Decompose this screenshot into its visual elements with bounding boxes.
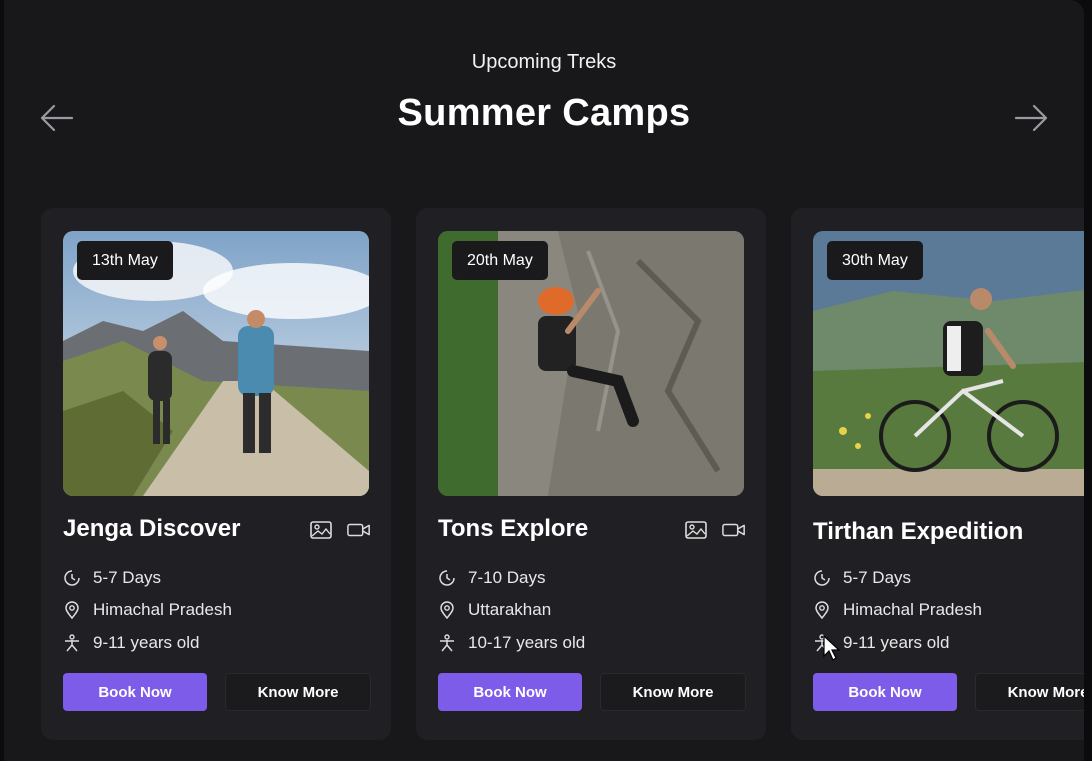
location-row: Himachal Pradesh [63, 600, 232, 620]
trek-photo: 20th May [438, 231, 744, 496]
duration-row: 7-10 Days [438, 568, 545, 588]
book-now-button[interactable]: Book Now [63, 673, 207, 711]
trek-photo: 13th May [63, 231, 369, 496]
book-now-button[interactable]: Book Now [813, 673, 957, 711]
book-now-button[interactable]: Book Now [438, 673, 582, 711]
location-text: Uttarakhan [468, 600, 552, 619]
date-badge: 20th May [452, 241, 548, 280]
map-pin-icon [813, 601, 831, 619]
person-icon [438, 634, 456, 652]
trek-card: 13th May Jenga Discover 5-7 Days Himacha… [41, 208, 391, 740]
mouse-cursor-icon [822, 634, 842, 662]
map-pin-icon [438, 601, 456, 619]
duration-text: 5-7 Days [93, 568, 162, 587]
image-icon[interactable] [309, 520, 333, 540]
map-pin-icon [63, 601, 81, 619]
age-text: 9-11 years old [843, 633, 950, 652]
image-icon[interactable] [684, 520, 708, 540]
know-more-button[interactable]: Know More [975, 673, 1084, 711]
duration-row: 5-7 Days [63, 568, 161, 588]
person-icon [63, 634, 81, 652]
trek-name: Jenga Discover [63, 515, 241, 542]
location-row: Uttarakhan [438, 600, 551, 620]
arrow-left-icon[interactable] [38, 102, 74, 134]
arrow-right-icon[interactable] [1014, 102, 1050, 134]
location-text: Himachal Pradesh [93, 600, 232, 619]
location-text: Himachal Pradesh [843, 600, 982, 619]
media-icons [309, 520, 371, 540]
clock-icon [813, 569, 831, 587]
age-text: 9-11 years old [93, 633, 200, 652]
clock-icon [438, 569, 456, 587]
section-subtitle: Upcoming Treks [471, 51, 617, 73]
treks-section: Upcoming Treks Summer Camps 13th May Jen… [4, 0, 1084, 761]
date-badge: 30th May [827, 241, 923, 280]
section-title: Summer Camps [397, 92, 691, 134]
duration-text: 5-7 Days [843, 568, 912, 587]
duration-text: 7-10 Days [468, 568, 546, 587]
age-text: 10-17 years old [468, 633, 586, 652]
duration-row: 5-7 Days [813, 568, 911, 588]
know-more-button[interactable]: Know More [225, 673, 371, 711]
trek-name: Tons Explore [438, 515, 589, 542]
video-camera-icon[interactable] [722, 520, 746, 540]
trek-card: 20th May Tons Explore 7-10 Days Uttarakh… [416, 208, 766, 740]
location-row: Himachal Pradesh [813, 600, 982, 620]
trek-photo: 30th May [813, 231, 1084, 496]
media-icons [684, 520, 746, 540]
date-badge: 13th May [77, 241, 173, 280]
trek-name: Tirthan Expedition [813, 518, 1024, 545]
video-camera-icon[interactable] [347, 520, 371, 540]
age-row: 9-11 years old [63, 633, 199, 653]
age-row: 10-17 years old [438, 633, 585, 653]
clock-icon [63, 569, 81, 587]
know-more-button[interactable]: Know More [600, 673, 746, 711]
